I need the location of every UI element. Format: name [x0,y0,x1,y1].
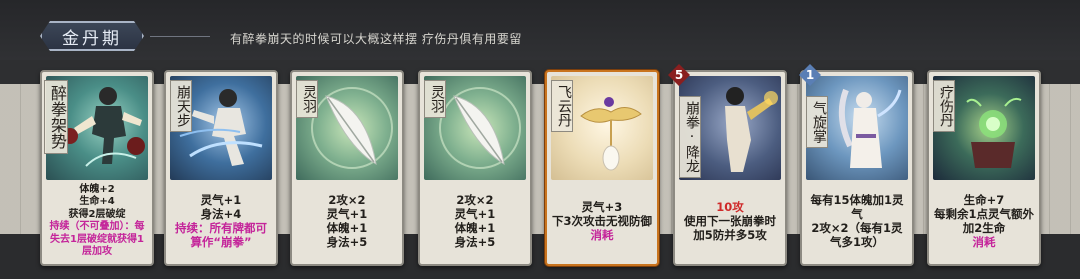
effect-line: 每剩余1点灵气额外加2生命 [933,207,1034,235]
effect-line: 使用下一张崩拳时加5防并多5攻 [684,214,776,242]
effect-line: 体魄+1 [326,221,368,235]
card-effect: 2攻×2 灵气+1 体魄+1 身法+5 [424,182,526,260]
deck-note: 有醉拳崩天的时候可以大概这样摆 疗伤丹俱有用要留 [230,32,522,46]
bottom-band [0,234,1080,279]
card-name: 醉拳架势 [44,80,68,154]
card-qi-vortex-palm[interactable]: 气旋掌 每有15体魄加1灵气 2攻×2（每有1灵气多1攻） [800,70,914,266]
effect-line: 2攻×2（每有1灵气多1攻） [811,221,903,249]
card-drunken-fist-stance[interactable]: 醉拳架势 体魄+2 生命+4 获得2层破绽 持续（不可叠加）：每失去1层破绽就获… [40,70,154,266]
effect-line: 每有15体魄加1灵气 [810,193,904,221]
card-name: 崩拳·降龙 [679,96,701,178]
card-effect: 体魄+2 生命+4 获得2层破绽 持续（不可叠加）：每失去1层破绽就获得1层加攻 [46,182,148,260]
effect-line: 灵气+1 [200,193,242,207]
card-effect: 灵气+1 身法+4 持续：所有牌都可算作“崩拳” [170,182,272,260]
persistent-effect: 持续：所有牌都可算作“崩拳” [175,221,267,249]
card-flying-cloud-pill[interactable]: 飞云丹 灵气+3 下3次攻击无视防御 消耗 [545,70,659,266]
keyword-exhaust: 消耗 [972,235,996,249]
effect-line: 获得2层破绽 [68,208,126,220]
card-dragon-subduing-fist[interactable]: 崩拳·降龙 10攻 使用下一张崩拳时加5防并多5攻 [673,70,787,266]
card-effect: 生命+7 每剩余1点灵气额外加2生命 消耗 [933,182,1035,260]
effect-line: 身法+5 [326,235,368,249]
stage-label: 金丹期 [62,28,122,49]
effect-line: 灵气+1 [326,207,368,221]
card-name: 崩天步 [170,80,192,132]
card-rail [0,84,1080,234]
card-effect: 每有15体魄加1灵气 2攻×2（每有1灵气多1攻） [806,182,908,260]
card-healing-pill[interactable]: 疗伤丹 生命+7 每剩余1点灵气额外加2生命 消耗 [927,70,1041,266]
card-effect: 灵气+3 下3次攻击无视防御 消耗 [551,182,653,260]
card-spirit-feather[interactable]: 灵羽 2攻×2 灵气+1 体魄+1 身法+5 [290,70,404,266]
card-spirit-feather[interactable]: 灵羽 2攻×2 灵气+1 体魄+1 身法+5 [418,70,532,266]
stage-tag: 金丹期 [40,21,144,51]
keyword-exhaust: 消耗 [590,228,614,242]
card-name: 疗伤丹 [933,80,955,132]
effect-line: 身法+4 [200,207,242,221]
effect-line: 体魄+1 [454,221,496,235]
divider [150,36,210,37]
card-sky-breaking-step[interactable]: 崩天步 灵气+1 身法+4 持续：所有牌都可算作“崩拳” [164,70,278,266]
card-effect: 10攻 使用下一张崩拳时加5防并多5攻 [679,182,781,260]
card-effect: 2攻×2 灵气+1 体魄+1 身法+5 [296,182,398,260]
card-name: 灵羽 [424,80,446,118]
effect-line: 身法+5 [454,235,496,249]
card-name: 气旋掌 [806,96,828,148]
effect-line: 生命+4 [79,196,115,207]
effect-line: 下3次攻击无视防御 [551,214,652,228]
effect-line: 生命+7 [963,193,1005,207]
header-band [0,0,1080,60]
attack-value: 10攻 [716,200,744,214]
card-name: 灵羽 [296,80,318,118]
effect-line: 2攻×2 [328,193,366,207]
effect-line: 体魄+2 [79,183,115,195]
effect-line: 灵气+1 [454,207,496,221]
effect-line: 灵气+3 [581,200,623,214]
effect-line: 2攻×2 [456,193,494,207]
persistent-effect: 持续（不可叠加）：每失去1层破绽就获得1层加攻 [49,221,145,257]
card-name: 飞云丹 [551,80,573,132]
